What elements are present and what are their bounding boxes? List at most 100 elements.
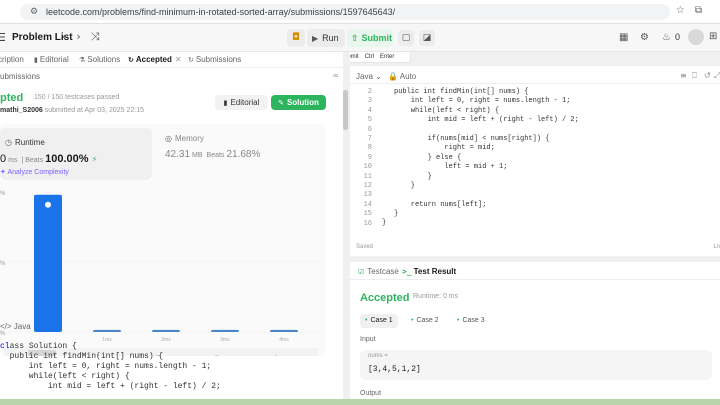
left-panel: cription ▮ Editorial ⚗ Solutions ↻ Accepted… bbox=[0, 52, 343, 405]
layout-icon[interactable]: ▦ bbox=[619, 32, 628, 43]
memory-value: 42.31 MB Beats 21.68% bbox=[165, 149, 261, 160]
editor-line: int left = 0, right = nums.length - 1; bbox=[394, 97, 571, 106]
editor-line: int mid = left + (right - left) / 2; bbox=[394, 116, 579, 125]
analyze-complexity-link[interactable]: ✦ Analyze Complexity bbox=[0, 168, 69, 176]
y-tick-label: % bbox=[0, 261, 6, 267]
line-number: 3 bbox=[367, 97, 372, 106]
code-line: ass Solution { bbox=[9, 342, 77, 351]
submitted-code[interactable]: class Solution { public int findMin(int[… bbox=[0, 342, 343, 405]
chart-bar bbox=[34, 194, 62, 332]
url-text[interactable]: leetcode.com/problems/find-minimum-in-ro… bbox=[46, 7, 395, 17]
editor-code[interactable]: public int findMin(int[] nums) { int lef… bbox=[382, 88, 579, 229]
fire-icon[interactable]: ♨ bbox=[662, 32, 671, 43]
solution-button[interactable]: ✎ Solution bbox=[271, 95, 326, 110]
editor-line: public int findMin(int[] nums) { bbox=[394, 88, 529, 96]
line-number: 15 bbox=[363, 210, 372, 219]
screen: ⚙ leetcode.com/problems/find-minimum-in-… bbox=[0, 0, 720, 405]
submission-status: pted bbox=[0, 92, 24, 104]
scrollbar[interactable] bbox=[343, 90, 348, 130]
code-line: int left = 0, right = nums.length - 1; bbox=[0, 362, 212, 371]
runtime-distribution-chart[interactable]: %%%1ms2ms3ms4ms1ms2ms3ms4ms bbox=[0, 186, 326, 356]
reset-icon[interactable]: ↺ bbox=[704, 71, 711, 80]
editor-line: return nums[left]; bbox=[394, 200, 487, 209]
site-info-icon[interactable]: ⚙ bbox=[30, 7, 38, 17]
runtime-value: 0 ms | Beats 100.00% ⚡ bbox=[0, 153, 98, 165]
whiteboard-icon[interactable]: ◪ bbox=[419, 30, 435, 46]
settings-icon[interactable]: ⚙ bbox=[640, 32, 649, 43]
chart-bar bbox=[152, 329, 180, 332]
editor-line: if(nums[mid] < nums[right]) { bbox=[394, 134, 550, 143]
tab-submissions[interactable]: ↻ Submissions bbox=[188, 55, 241, 64]
tab-description[interactable]: cription bbox=[0, 55, 24, 64]
param-name: nums = bbox=[368, 353, 388, 359]
auto-mode[interactable]: 🔒 Auto bbox=[388, 72, 416, 81]
bookmark-icon[interactable]: ⎕ bbox=[692, 71, 697, 81]
editor-line: } bbox=[394, 210, 399, 219]
tab-test-result[interactable]: >_ Test Result bbox=[402, 267, 456, 276]
editor-line: } bbox=[382, 219, 387, 228]
browser-action-icons[interactable]: ☆⧉ bbox=[676, 5, 712, 16]
avatar[interactable] bbox=[688, 29, 704, 45]
result-runtime: Runtime: 0 ms bbox=[413, 293, 459, 300]
output-label: Output bbox=[360, 390, 382, 397]
metrics-card: ◷ Runtime 0 ms | Beats 100.00% ⚡ ✦ Analyze C… bbox=[0, 124, 326, 356]
format-icon[interactable]: ≡ bbox=[680, 71, 687, 80]
history-icon: ↻ bbox=[128, 56, 134, 64]
result-tab-bar: ☑ Testcase | >_ Test Result bbox=[350, 262, 720, 280]
code-editor: Java ⌄ 🔒 Auto ≡ ⎕ ↺ ⤢ 2 3 4 5 6 7 8 9 10 11 12 13 14… bbox=[350, 66, 720, 256]
editor-line: left = mid + 1; bbox=[394, 163, 508, 172]
submit-button[interactable]: ⇧ Submit bbox=[347, 29, 393, 47]
chart-bar bbox=[93, 329, 121, 332]
flask-icon: ⚗ bbox=[79, 56, 86, 64]
run-button[interactable]: ▶ Run bbox=[307, 29, 345, 47]
apps-icon[interactable]: ⊞ bbox=[709, 31, 717, 42]
breadcrumb[interactable]: ubmissions bbox=[0, 72, 40, 81]
runtime-card[interactable]: ◷ Runtime 0 ms | Beats 100.00% ⚡ ✦ Analyze C… bbox=[0, 128, 152, 180]
runtime-label: ◷ Runtime bbox=[5, 138, 45, 147]
address-bar[interactable]: ⚙ leetcode.com/problems/find-minimum-in-… bbox=[20, 4, 670, 20]
param-value[interactable]: [3,4,5,1,2] bbox=[368, 365, 421, 374]
problem-nav-arrows[interactable]: ‹›⤨ bbox=[62, 30, 110, 44]
line-number: 10 bbox=[363, 163, 372, 172]
case-3-tab[interactable]: • Case 3 bbox=[452, 314, 490, 328]
expand-icon[interactable]: ⤢ bbox=[714, 71, 720, 81]
cursor-position: Ln bbox=[713, 244, 720, 250]
debug-button[interactable]: ◘ bbox=[287, 29, 305, 47]
line-number: 16 bbox=[363, 219, 372, 228]
book-icon: ▮ bbox=[223, 99, 228, 107]
line-numbers: 2 3 4 5 6 7 8 9 10 11 12 13 14 15 16 bbox=[350, 88, 372, 229]
terminal-icon: >_ bbox=[402, 267, 412, 276]
chip-icon: ◎ bbox=[165, 134, 172, 143]
input-label: Input bbox=[360, 336, 376, 343]
tab-solutions[interactable]: ⚗ Solutions bbox=[79, 55, 120, 64]
chart-bar bbox=[270, 329, 298, 332]
edit-icon: ✎ bbox=[278, 99, 284, 107]
editorial-button[interactable]: ▮ Editorial bbox=[215, 95, 268, 110]
editor-line: right = mid; bbox=[394, 144, 495, 153]
result-status: Accepted bbox=[360, 292, 410, 304]
y-tick-label: % bbox=[0, 331, 6, 337]
submission-user: mathi_S2006 submitted at Apr 03, 2025 22… bbox=[0, 107, 145, 114]
list-icon[interactable]: ☰ bbox=[0, 31, 6, 44]
top-navbar: ☰ Problem List ‹›⤨ ◘ ▶ Run ⇧ Submit ▢ ◪ ▦ … bbox=[0, 24, 720, 52]
close-tab-icon[interactable]: ✕ bbox=[175, 55, 182, 64]
link-icon[interactable]: ∞ bbox=[332, 71, 339, 80]
memory-label[interactable]: ◎ Memory bbox=[165, 134, 204, 143]
left-tab-bar: cription ▮ Editorial ⚗ Solutions ↻ Accepted… bbox=[0, 52, 343, 68]
test-result-panel: ☑ Testcase | >_ Test Result Accepted Runti… bbox=[350, 262, 720, 405]
line-number: 2 bbox=[367, 88, 372, 96]
tab-editorial[interactable]: ▮ Editorial bbox=[34, 55, 69, 64]
line-number: 5 bbox=[367, 116, 372, 125]
language-select[interactable]: Java ⌄ bbox=[356, 72, 382, 81]
case-1-tab[interactable]: • Case 1 bbox=[360, 314, 398, 328]
line-number: 13 bbox=[363, 191, 372, 200]
code-line: public int findMin(int[] nums) { bbox=[0, 352, 164, 361]
tab-separator: | bbox=[395, 266, 398, 275]
tab-testcase[interactable]: ☑ Testcase bbox=[358, 267, 399, 276]
notes-icon[interactable]: ▢ bbox=[398, 30, 414, 46]
tab-accepted[interactable]: ↻ Accepted ✕ bbox=[128, 55, 182, 64]
editor-line: } bbox=[394, 181, 416, 190]
case-2-tab[interactable]: • Case 2 bbox=[406, 314, 444, 328]
